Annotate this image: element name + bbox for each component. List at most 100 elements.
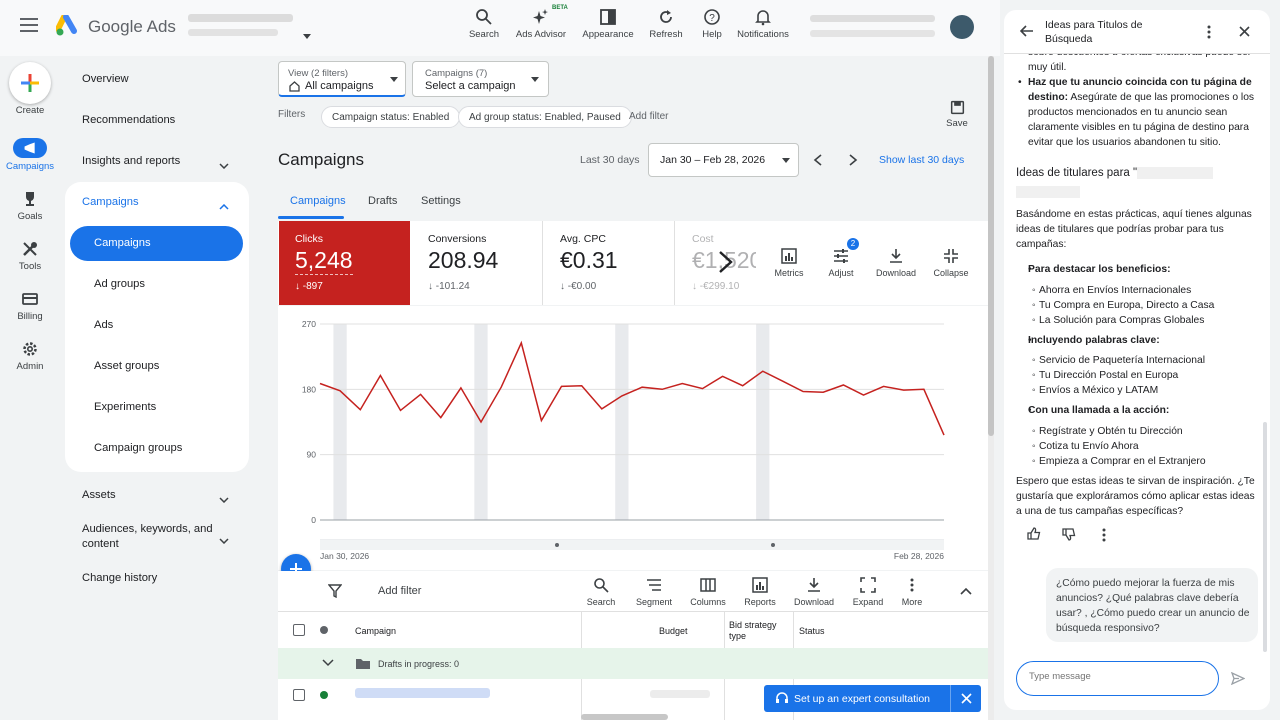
avatar[interactable] [950, 15, 974, 39]
tab-active-indicator [278, 216, 344, 219]
table-add-filter[interactable]: Add filter [378, 585, 421, 597]
rail-item-billing[interactable]: Billing [0, 290, 60, 322]
more-icon[interactable] [1102, 528, 1106, 542]
more-icon[interactable] [1207, 25, 1211, 39]
reports-icon [752, 577, 768, 593]
back-arrow-icon[interactable] [1020, 25, 1034, 37]
menu-icon[interactable] [20, 18, 38, 35]
col-budget[interactable]: Budget [659, 626, 688, 636]
panel-scrollbar[interactable] [1263, 422, 1267, 652]
thumbs-down-icon[interactable] [1062, 528, 1076, 541]
nav-sub-ads[interactable]: Ads [94, 319, 113, 331]
rail-item-admin[interactable]: Admin [0, 340, 60, 372]
main-scrollbar-thumb[interactable] [988, 56, 994, 436]
notifications-button[interactable]: Notifications [734, 8, 792, 40]
close-icon[interactable] [1239, 26, 1250, 37]
col-bid-strategy[interactable]: Bid strategy type [729, 620, 784, 642]
rail-item-campaigns[interactable]: Campaigns [0, 138, 60, 172]
nav-change-history[interactable]: Change history [82, 572, 157, 584]
collapse-tool[interactable]: Collapse [930, 248, 972, 278]
chevron-down-icon[interactable] [219, 492, 229, 506]
chevron-right-icon[interactable] [717, 250, 735, 274]
nav-insights[interactable]: Insights and reports [82, 155, 180, 167]
table-download-tool[interactable]: Download [792, 577, 836, 607]
more-icon [910, 578, 914, 592]
nav-recommendations[interactable]: Recommendations [82, 114, 175, 126]
beta-badge: BETA [552, 5, 568, 11]
download-tool[interactable]: Download [874, 248, 918, 278]
expert-consultation-label: Set up an expert consultation [794, 693, 931, 705]
nav-sub-campaign-groups[interactable]: Campaign groups [94, 442, 182, 454]
save-button[interactable]: Save [942, 100, 972, 129]
account-chevron-icon[interactable] [303, 28, 311, 42]
rail-item-tools[interactable]: Tools [0, 240, 60, 272]
col-campaign[interactable]: Campaign [355, 626, 396, 636]
ads-advisor-button[interactable]: Ads Advisor [512, 8, 570, 40]
nav-sub-ad-groups[interactable]: Ad groups [94, 278, 145, 290]
metric-conversions[interactable]: Conversions 208.94 ↓ -101.24 [412, 221, 543, 305]
metrics-icon [781, 248, 797, 264]
chevron-up-icon[interactable] [219, 199, 229, 213]
weekend-band [615, 324, 629, 520]
metric-clicks[interactable]: Clicks 5,248 ↓ -897 [279, 221, 410, 305]
metric-avg-cpc[interactable]: Avg. CPC €0.31 ↓ -€0.00 [544, 221, 675, 305]
expert-consultation-banner[interactable]: Set up an expert consultation [764, 685, 981, 712]
thumbs-up-icon[interactable] [1027, 527, 1041, 540]
filter-chip-campaign-status[interactable]: Campaign status: Enabled [321, 106, 461, 128]
chevron-left-icon[interactable] [813, 154, 823, 166]
horizontal-scrollbar[interactable] [581, 714, 668, 720]
refresh-button[interactable]: Refresh [646, 8, 686, 40]
table-expand-tool[interactable]: Expand [849, 577, 887, 607]
row-checkbox[interactable] [293, 689, 305, 701]
table-search-tool[interactable]: Search [584, 577, 618, 607]
home-icon [289, 81, 300, 92]
help-button[interactable]: ? Help [696, 8, 728, 40]
filter-icon[interactable] [328, 584, 342, 598]
tab-drafts[interactable]: Drafts [368, 195, 397, 207]
chevron-right-icon[interactable] [848, 154, 858, 166]
nav-campaigns-header[interactable]: Campaigns [82, 196, 139, 208]
redacted-brand [1016, 186, 1080, 198]
nav-sub-experiments[interactable]: Experiments [94, 401, 156, 413]
rail-item-goals[interactable]: Goals [0, 190, 60, 222]
filter-chip-ad-group-status[interactable]: Ad group status: Enabled, Paused [458, 106, 632, 128]
chevron-up-icon[interactable] [960, 587, 972, 595]
download-icon [890, 249, 902, 263]
chevron-down-icon[interactable] [322, 659, 334, 667]
nav-sub-campaigns[interactable]: Campaigns [94, 237, 151, 249]
message-input[interactable] [1029, 671, 1209, 682]
campaign-select-dropdown[interactable]: Campaigns (7) Select a campaign [412, 61, 549, 97]
campaign-name-link[interactable] [355, 688, 490, 698]
close-banner-button[interactable] [950, 685, 981, 712]
search-icon [594, 578, 609, 593]
send-icon[interactable] [1231, 672, 1245, 685]
metric-cost[interactable]: Cost €1,520 ↓ -€299.10 [676, 221, 756, 305]
tab-campaigns[interactable]: Campaigns [290, 195, 346, 207]
message-input-wrap[interactable] [1016, 661, 1219, 696]
tab-settings[interactable]: Settings [421, 195, 461, 207]
chevron-down-icon[interactable] [219, 158, 229, 172]
table-columns-tool[interactable]: Columns [688, 577, 728, 607]
table-more-tool[interactable]: More [897, 577, 927, 607]
nav-sub-asset-groups[interactable]: Asset groups [94, 360, 159, 372]
nav-overview[interactable]: Overview [82, 73, 129, 85]
create-label: Create [15, 105, 45, 116]
nav-assets[interactable]: Assets [82, 489, 116, 501]
create-button[interactable] [9, 62, 51, 104]
appearance-button[interactable]: Appearance [580, 8, 636, 40]
nav-audiences[interactable]: Audiences, keywords, and content [82, 522, 222, 552]
metrics-tool[interactable]: Metrics [770, 248, 808, 278]
view-filter-dropdown[interactable]: View (2 filters) All campaigns [278, 61, 406, 97]
adjust-tool[interactable]: Adjust [824, 248, 858, 278]
panel-divider [1004, 53, 1270, 54]
left-rail: Create Campaigns Goals Tools Billing Adm… [0, 56, 60, 720]
table-reports-tool[interactable]: Reports [741, 577, 779, 607]
select-all-checkbox[interactable] [293, 624, 305, 636]
date-range-dropdown[interactable]: Jan 30 – Feb 28, 2026 [648, 143, 799, 177]
show-last-30-link[interactable]: Show last 30 days [879, 154, 964, 166]
add-filter-link[interactable]: Add filter [629, 111, 668, 122]
col-status[interactable]: Status [799, 626, 825, 636]
chevron-down-icon[interactable] [219, 533, 229, 547]
search-button[interactable]: Search [464, 8, 504, 40]
table-segment-tool[interactable]: Segment [634, 577, 674, 607]
